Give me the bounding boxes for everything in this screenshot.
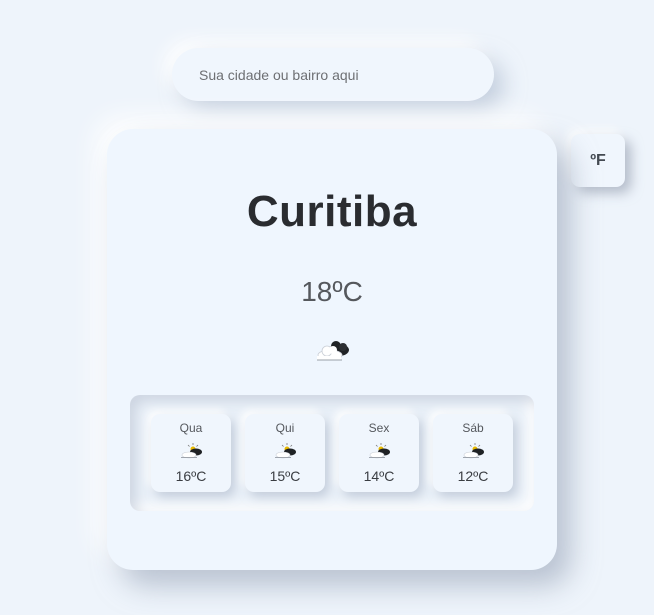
forecast-day-name: Sex <box>368 421 390 435</box>
current-temperature: 18ºC <box>301 276 363 307</box>
search-input[interactable] <box>197 65 469 84</box>
sun-behind-cloud-icon <box>463 443 484 459</box>
weather-card: Curitiba 18ºC Qua 16ºC Qui 15ºC Sex 14ºC… <box>107 129 557 570</box>
forecast-day: Sáb 12ºC <box>433 414 513 492</box>
sun-behind-cloud-icon <box>369 443 390 459</box>
sun-behind-cloud-icon <box>275 443 296 459</box>
sun-behind-cloud-icon <box>181 443 202 459</box>
forecast-day-temp: 15ºC <box>269 468 301 484</box>
partly-cloudy-icon <box>317 341 349 361</box>
city-name: Curitiba <box>246 187 418 236</box>
search-bar[interactable] <box>172 48 494 101</box>
forecast-day-temp: 14ºC <box>363 468 395 484</box>
forecast-day: Qui 15ºC <box>245 414 325 492</box>
forecast-day-temp: 16ºC <box>175 468 207 484</box>
forecast-day-name: Qui <box>275 421 295 435</box>
forecast-panel: Qua 16ºC Qui 15ºC Sex 14ºC Sáb 12ºC <box>130 395 534 511</box>
forecast-day-temp: 12ºC <box>457 468 489 484</box>
forecast-day: Sex 14ºC <box>339 414 419 492</box>
unit-toggle-button[interactable]: ºF <box>571 134 625 187</box>
forecast-day: Qua 16ºC <box>151 414 231 492</box>
forecast-day-name: Qua <box>179 421 203 435</box>
forecast-day-name: Sáb <box>462 421 484 435</box>
